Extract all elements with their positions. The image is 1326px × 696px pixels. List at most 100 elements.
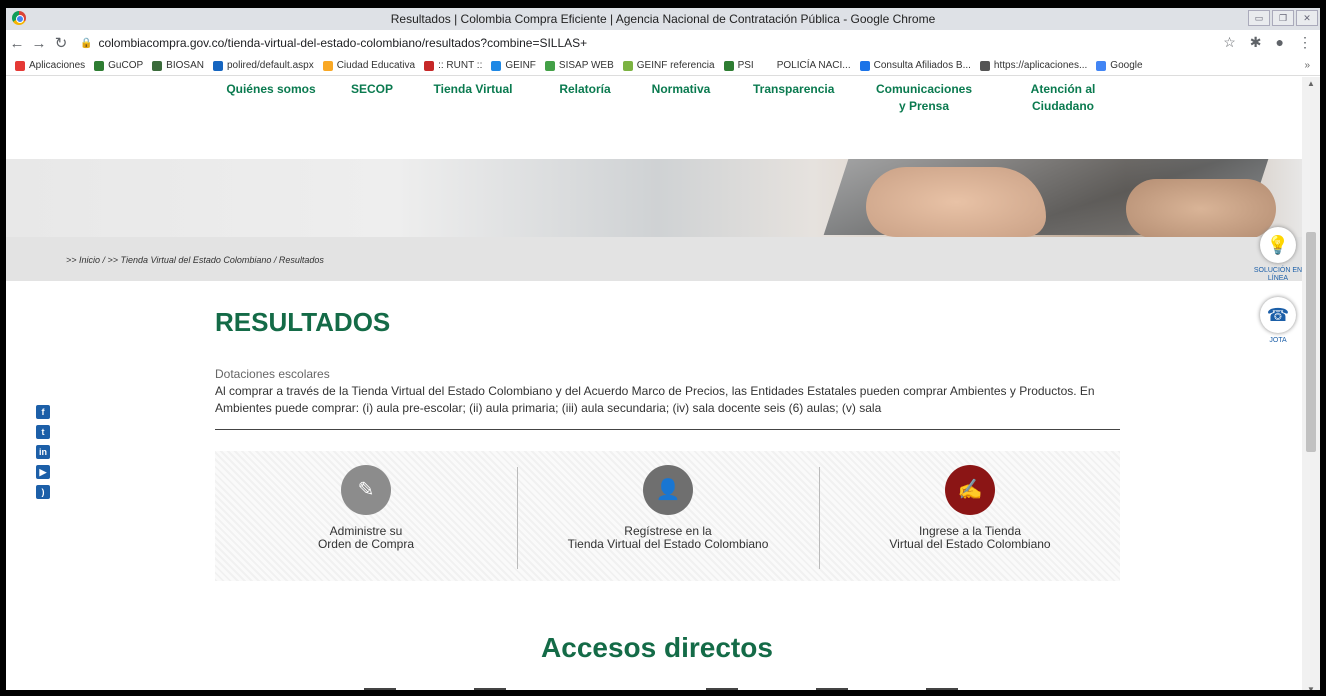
profile-icon[interactable]: ● [1276, 34, 1284, 51]
lock-icon[interactable]: 🔒 [80, 38, 92, 49]
web-page: Quiénes somos SECOP Tienda Virtual Relatorí… [6, 77, 1308, 690]
back-icon[interactable]: ← [6, 35, 28, 52]
minimize-button[interactable]: ▭ [1248, 10, 1270, 26]
bookmark-favicon-icon [152, 60, 163, 71]
bookmark-favicon-icon [424, 60, 435, 71]
nav-item[interactable]: Normativa [651, 81, 711, 98]
column-divider [517, 467, 518, 569]
shortcut-icon[interactable] [706, 688, 738, 690]
hero-banner-image [6, 159, 1308, 237]
bookmark-label: Aplicaciones [29, 60, 86, 71]
bookmark-item[interactable]: GuCOP [94, 60, 143, 71]
bookmark-label: Consulta Afiliados B... [873, 60, 971, 71]
nav-item[interactable]: SECOP [351, 81, 393, 98]
title-bar: Resultados | Colombia Compra Eficiente |… [6, 8, 1320, 30]
rss-icon[interactable]: ) [36, 485, 50, 499]
side-tool-1[interactable]: ☎ JOTA [1250, 297, 1306, 345]
bookmark-label: GEINF referencia [636, 60, 715, 71]
shortcut-icon[interactable] [926, 688, 958, 690]
bookmark-favicon-icon [622, 60, 633, 71]
page-title: RESULTADOS [215, 307, 391, 337]
side-tool-label: SOLUCIÓN EN LÍNEA [1253, 267, 1303, 282]
action-label-line2: Tienda Virtual del Estado Colombiano [567, 537, 769, 551]
bookmark-favicon-icon [94, 60, 105, 71]
bookmark-label: POLICÍA NACI... [776, 60, 851, 71]
scrollbar[interactable]: ▲ ▼ [1302, 77, 1320, 690]
youtube-icon[interactable]: ▶ [36, 465, 50, 479]
scrollbar-thumb[interactable] [1306, 232, 1316, 452]
nav-item[interactable]: Tienda Virtual [433, 81, 513, 98]
scroll-down-icon[interactable]: ▼ [1307, 685, 1315, 690]
bookmark-item[interactable]: :: RUNT :: [424, 60, 482, 71]
bookmark-label: BIOSAN [166, 60, 204, 71]
url-input[interactable]: colombiacompra.gov.co/tienda-virtual-del… [98, 36, 587, 50]
star-icon[interactable]: ☆ [1223, 34, 1236, 51]
bookmark-item[interactable]: polired/default.aspx [212, 60, 314, 71]
hand-image [866, 167, 1046, 237]
shortcut-icon[interactable] [816, 688, 848, 690]
accesos-title: Accesos directos [541, 632, 773, 663]
bookmark-item[interactable]: Ciudad Educativa [322, 60, 416, 71]
nav-item[interactable]: Relatoría [559, 81, 611, 98]
scroll-up-icon[interactable]: ▲ [1307, 79, 1315, 88]
window-title: Resultados | Colombia Compra Eficiente |… [390, 12, 936, 26]
column-divider [819, 467, 820, 569]
bookmark-label: polired/default.aspx [226, 60, 314, 71]
action-card[interactable]: 👤 Regístrese en la Tienda Virtual del Esta… [517, 451, 819, 581]
lightbulb-icon: 💡 [1260, 227, 1296, 263]
bookmark-label: :: RUNT :: [438, 60, 483, 71]
side-tool-label: JOTA [1269, 337, 1287, 344]
action-label-line2: Orden de Compra [317, 537, 415, 551]
bookmark-favicon-icon [979, 60, 990, 71]
action-card[interactable]: ✍ Ingrese a la Tienda Virtual del Estado C… [819, 451, 1121, 581]
bookmark-item[interactable]: https://aplicaciones... [979, 60, 1088, 71]
nav-item[interactable]: Comunicaciones y Prensa [874, 81, 974, 115]
bookmark-item[interactable]: Consulta Afiliados B... [859, 60, 971, 71]
browser-window: Resultados | Colombia Compra Eficiente |… [0, 0, 1326, 696]
side-tool-0[interactable]: 💡 SOLUCIÓN EN LÍNEA [1250, 227, 1306, 283]
bookmark-item[interactable]: BIOSAN [152, 60, 204, 71]
action-label-line2: Virtual del Estado Colombiano [889, 537, 1051, 551]
bookmark-favicon-icon [859, 60, 870, 71]
reload-icon[interactable]: ↻ [50, 34, 72, 52]
twitter-icon[interactable]: t [36, 425, 50, 439]
restore-button[interactable]: ❐ [1272, 10, 1294, 26]
bookmark-label: SISAP WEB [558, 60, 614, 71]
action-card[interactable]: ✎ Administre su Orden de Compra [215, 451, 517, 581]
shortcut-icon[interactable] [364, 688, 396, 690]
bookmark-item[interactable]: Google [1096, 60, 1143, 71]
add-user-icon: 👤 [643, 465, 693, 515]
chat-icon: ☎ [1260, 297, 1296, 333]
nav-item[interactable]: Transparencia [753, 81, 834, 98]
description-subtitle: Dotaciones escolares [215, 367, 330, 381]
nav-item[interactable]: Quiénes somos [226, 81, 316, 98]
linkedin-icon[interactable]: in [36, 445, 50, 459]
facebook-icon[interactable]: f [36, 405, 50, 419]
menu-icon[interactable]: ⋮ [1298, 34, 1312, 51]
bookmark-item[interactable]: GEINF [491, 60, 536, 71]
bookmark-favicon-icon [544, 60, 555, 71]
description-block: Dotaciones escolares Al comprar a través… [215, 366, 1120, 430]
bookmarks-more-icon[interactable]: » [1304, 60, 1310, 71]
bookmark-item[interactable]: SISAP WEB [544, 60, 614, 71]
bookmark-favicon-icon [723, 60, 734, 71]
bookmark-item[interactable]: Aplicaciones [15, 60, 85, 71]
bookmark-favicon-icon [491, 60, 502, 71]
extensions-icon[interactable]: ✱ [1250, 34, 1262, 51]
bookmark-favicon-icon [15, 60, 25, 71]
bookmark-label: GEINF [505, 60, 536, 71]
forward-icon[interactable]: → [28, 35, 50, 52]
bookmark-label: Google [1110, 60, 1143, 71]
bookmark-favicon-icon [1096, 60, 1107, 71]
bookmark-label: Ciudad Educativa [336, 60, 416, 71]
bookmark-label: PSI [737, 60, 754, 71]
bookmark-item[interactable]: GEINF referencia [622, 60, 715, 71]
bookmark-favicon-icon [212, 60, 223, 71]
bookmark-label: https://aplicaciones... [993, 60, 1088, 71]
close-button[interactable]: ✕ [1296, 10, 1318, 26]
nav-item[interactable]: Atención al Ciudadano [1028, 81, 1098, 115]
breadcrumb[interactable]: >> Inicio / >> Tienda Virtual del Estado… [6, 237, 1308, 281]
bookmark-item[interactable]: PSI [723, 60, 754, 71]
bookmark-item[interactable]: POLICÍA NACI... [762, 60, 851, 71]
shortcut-icon[interactable] [474, 688, 506, 690]
